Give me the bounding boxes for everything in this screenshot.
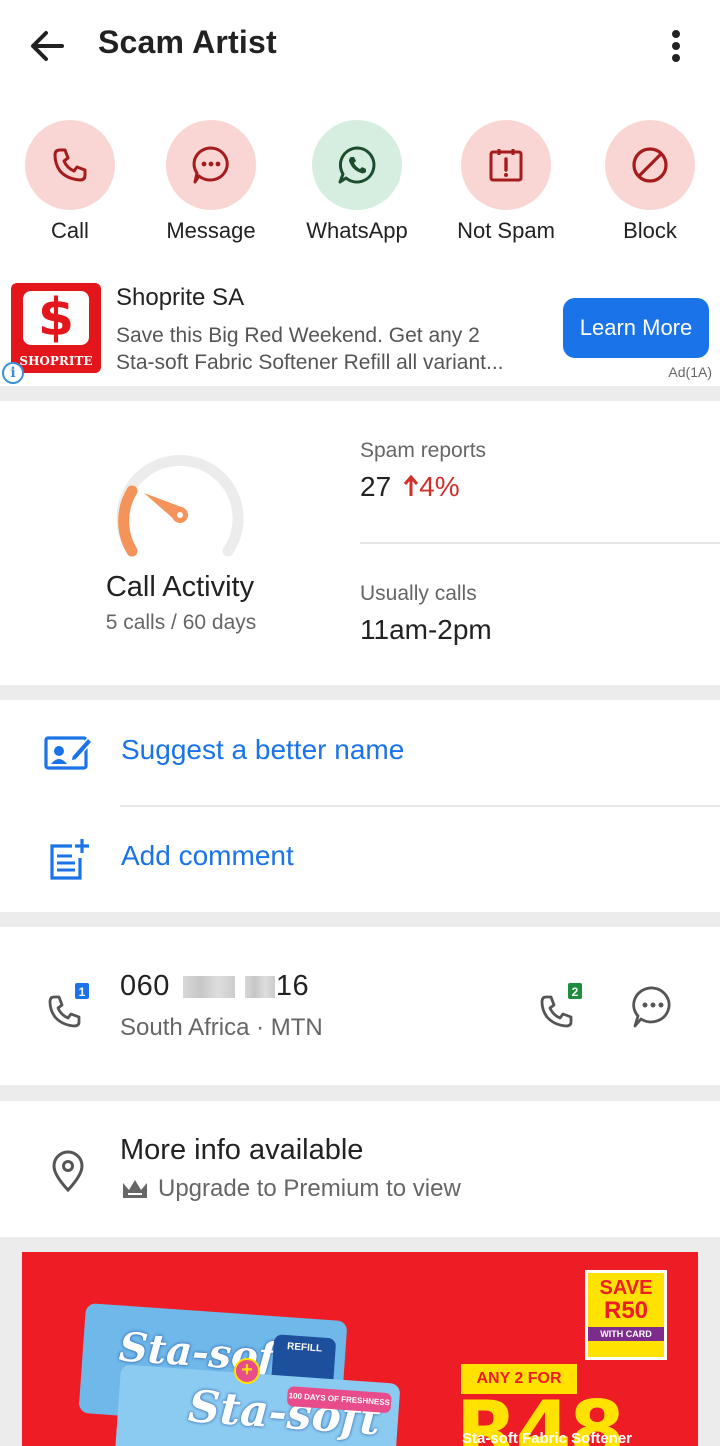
- add-comment-icon: [50, 839, 89, 880]
- activity-gauge-icon: [116, 454, 244, 557]
- more-info-card[interactable]: More info available Upgrade to Premium t…: [0, 1101, 720, 1237]
- usually-calls-value: 11am-2pm: [360, 614, 492, 645]
- spam-trend: 4%: [403, 471, 460, 502]
- phone-suffix: 16: [275, 970, 310, 1002]
- add-comment-row[interactable]: Add comment: [0, 806, 720, 912]
- block-icon: [632, 147, 668, 183]
- ad-title: Shoprite SA: [116, 284, 245, 311]
- more-info-title: More info available: [120, 1134, 364, 1166]
- stats-divider: [360, 542, 720, 544]
- phone-icon: [53, 148, 87, 182]
- phone-prefix: 060: [120, 970, 170, 1002]
- call-button[interactable]: Call: [0, 120, 140, 244]
- blurred-digits: [244, 975, 275, 998]
- message-button-circle[interactable]: [166, 120, 256, 210]
- not-spam-icon: [489, 149, 523, 182]
- banner-ad[interactable]: Sta-soft REFILL Sta-soft 100 DAYS OF FRE…: [22, 1252, 698, 1446]
- spam-reports-label: Spam reports: [360, 439, 487, 462]
- call-button-circle[interactable]: [25, 120, 115, 210]
- arrow-up-icon: [404, 474, 419, 496]
- edit-name-icon: [44, 736, 92, 770]
- not-spam-button-circle[interactable]: [461, 120, 551, 210]
- shoprite-logo: $ SHOPRITE: [11, 283, 101, 373]
- call-activity-subtitle: 5 calls / 60 days: [105, 611, 257, 634]
- message-button[interactable]: Message: [141, 120, 281, 244]
- ad-tag: Ad(1A): [668, 364, 712, 380]
- whatsapp-label: WhatsApp: [306, 218, 408, 243]
- whatsapp-icon: [338, 146, 376, 184]
- app-bar: Scam Artist: [0, 0, 720, 92]
- sms-icon[interactable]: [630, 985, 676, 1029]
- blurred-digits: [182, 975, 235, 998]
- not-spam-label: Not Spam: [457, 218, 555, 243]
- whatsapp-button[interactable]: WhatsApp: [287, 120, 427, 244]
- message-icon: [192, 146, 229, 184]
- block-button[interactable]: Block: [580, 120, 720, 244]
- block-label: Block: [623, 218, 677, 243]
- contribution-card: Suggest a better name Add comment: [0, 700, 720, 912]
- block-button-circle[interactable]: [605, 120, 695, 210]
- premium-upgrade-text: Upgrade to Premium to view: [158, 1175, 461, 1202]
- usually-calls-label: Usually calls: [360, 582, 477, 605]
- call-sim-2-icon[interactable]: 2: [538, 983, 588, 1029]
- not-spam-button[interactable]: Not Spam: [436, 120, 576, 244]
- suggest-name-row[interactable]: Suggest a better name: [0, 700, 720, 806]
- phone-number[interactable]: 060 16: [120, 970, 309, 1003]
- carrier-info: South Africa · MTN: [120, 1014, 323, 1041]
- ad-description-line-2: Sta-soft Fabric Softener Refill all vari…: [116, 351, 504, 374]
- product-name: Sta-soft Fabric Softener: [462, 1430, 633, 1446]
- spam-count: 27: [360, 471, 392, 502]
- message-label: Message: [166, 218, 256, 243]
- spam-reports-value: 27 4%: [360, 471, 460, 503]
- location-pin-icon: [52, 1150, 84, 1193]
- call-sim-1-icon[interactable]: 1: [46, 983, 92, 1029]
- ad-description-line-1: Save this Big Red Weekend. Get any 2: [116, 324, 480, 347]
- call-label: Call: [51, 218, 89, 243]
- sponsored-ad[interactable]: $ SHOPRITE i Shoprite SA Save this Big R…: [0, 276, 720, 386]
- crown-icon: [123, 1180, 147, 1198]
- contact-name: Scam Artist: [98, 24, 277, 60]
- whatsapp-button-circle[interactable]: [312, 120, 402, 210]
- svg-text:1: 1: [79, 985, 86, 999]
- save-badge: SAVE R50 WITH CARD: [585, 1270, 667, 1360]
- action-row: Call Message WhatsApp Not Spam Block: [0, 92, 720, 276]
- call-activity-card: Call Activity 5 calls / 60 days Spam rep…: [0, 401, 720, 685]
- svg-text:2: 2: [572, 985, 579, 999]
- plus-icon: +: [234, 1358, 260, 1384]
- suggest-name-link[interactable]: Suggest a better name: [121, 734, 404, 766]
- ad-description: Save this Big Red Weekend. Get any 2 Sta…: [116, 322, 552, 376]
- phone-number-card: 1 060 16 South Africa · MTN 2: [0, 927, 720, 1085]
- add-comment-link[interactable]: Add comment: [121, 840, 294, 872]
- back-arrow-icon[interactable]: [26, 24, 66, 68]
- premium-upgrade[interactable]: Upgrade to Premium to view: [120, 1175, 461, 1203]
- learn-more-button[interactable]: Learn More: [563, 298, 709, 358]
- call-activity-title: Call Activity: [105, 571, 255, 603]
- ad-info-icon[interactable]: i: [2, 362, 24, 384]
- more-options-icon[interactable]: [660, 26, 692, 66]
